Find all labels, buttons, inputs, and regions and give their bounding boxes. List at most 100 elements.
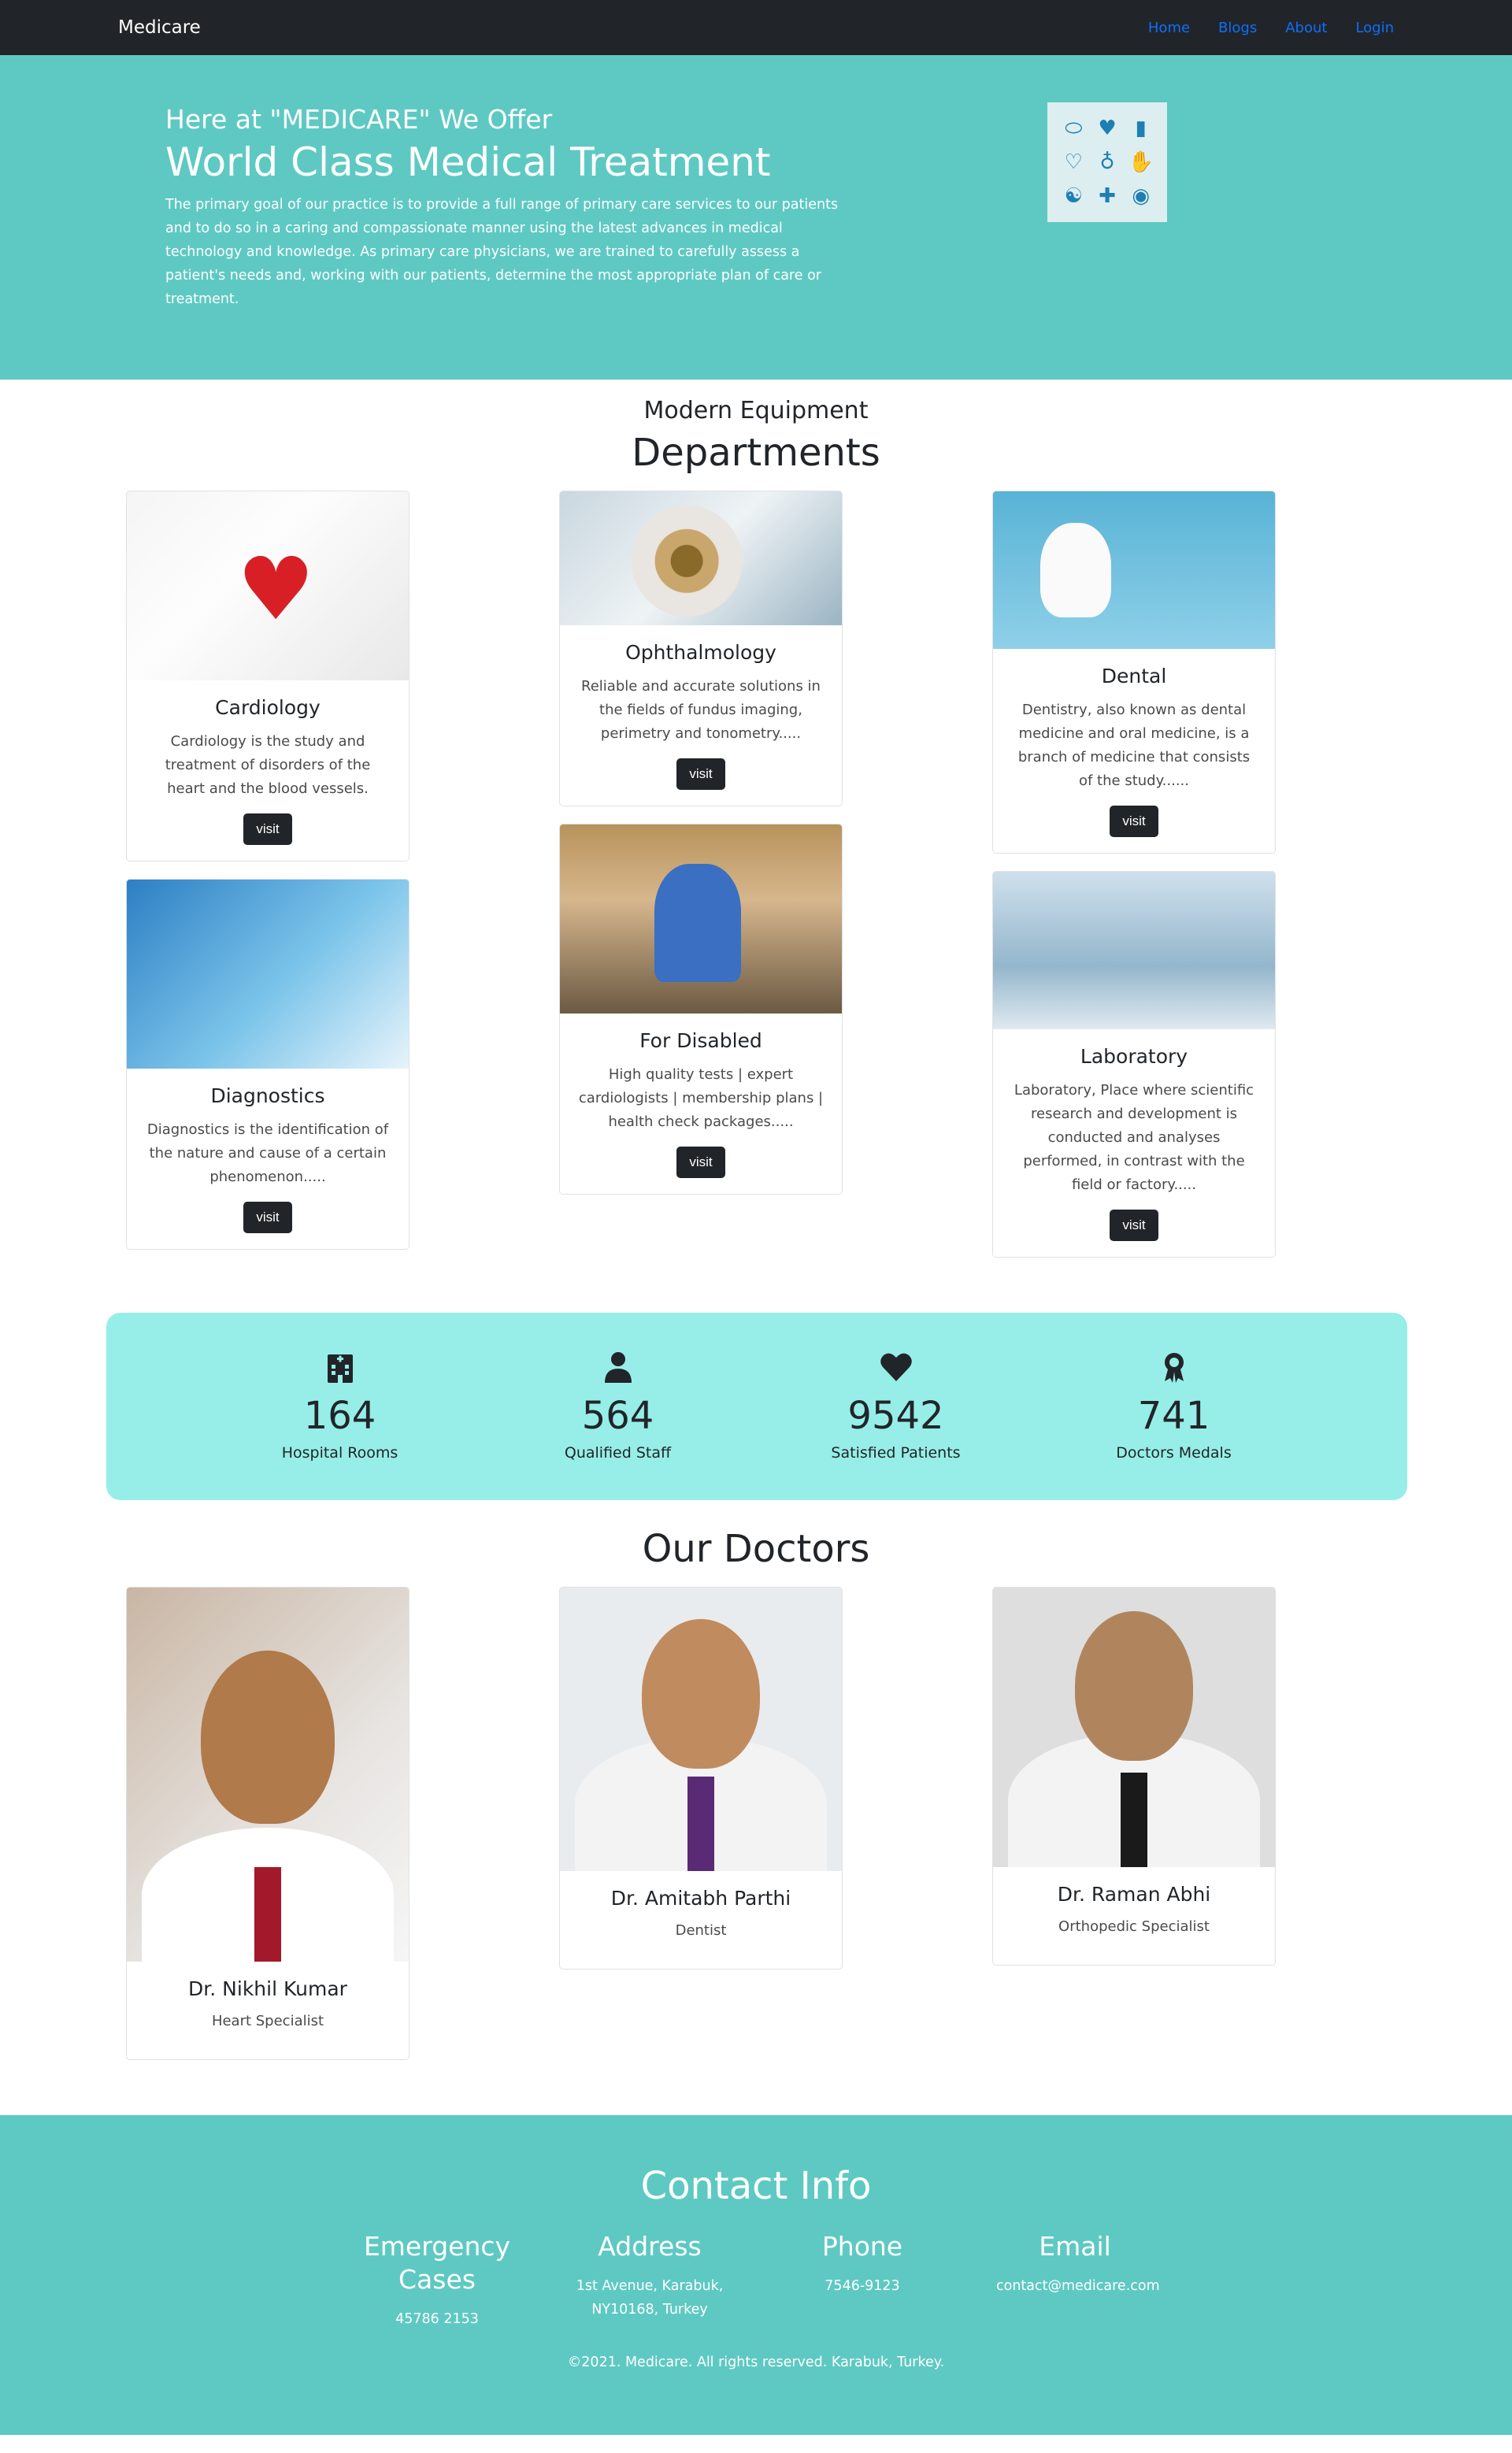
card-title: Cardiology [215,696,321,719]
contact-emergency: Emergency Cases 45786 2153 [358,2230,516,2331]
ophthalmology-image [560,491,842,625]
doctors-section: Our Doctors Dr. Nikhil Kumar Heart Speci… [0,1500,1512,2060]
doctor-face [1075,1611,1193,1761]
visit-button-diagnostics[interactable]: visit [243,1202,292,1233]
contact-heading: Address [598,2231,702,2262]
doctor-tie [254,1867,281,1962]
visit-button-cardiology[interactable]: visit [243,813,292,845]
doctor-card: Dr. Raman Abhi Orthopedic Specialist [992,1587,1276,1966]
card-text: Laboratory, Place where scientific resea… [1014,1082,1254,1193]
card-text: High quality tests | expert cardiologist… [578,1066,824,1130]
award-icon [1095,1351,1253,1391]
card-title: Diagnostics [210,1084,325,1107]
hero-title: World Class Medical Treatment [165,139,771,185]
visit-button-laboratory[interactable]: visit [1110,1210,1158,1241]
nav-link-login[interactable]: Login [1355,20,1394,36]
stat-label: Hospital Rooms [281,1444,398,1462]
card-text: Dentistry, also known as dental medicine… [1017,702,1251,789]
stat-label: Doctors Medals [1116,1444,1232,1462]
hospital-icon [261,1351,419,1391]
cardiology-image [127,491,409,680]
doctor-name: Dr. Amitabh Parthi [610,1887,791,1910]
doctors-grid: Dr. Nikhil Kumar Heart Specialist Dr. Am… [126,1587,1512,2060]
contact-heading: Phone [821,2231,903,2262]
doctor-face [201,1651,335,1824]
doctors-title: Our Doctors [642,1527,870,1571]
hero-subtitle: Here at "MEDICARE" We Offer [165,104,553,135]
department-card-ophthalmology: Ophthalmology Reliable and accurate solu… [559,491,843,806]
hero-description: The primary goal of our practice is to p… [165,197,839,307]
stat-value: 741 [1137,1394,1210,1438]
stats-panel: 164 Hospital Rooms 564 Qualified Staff 9… [106,1313,1407,1500]
eye-icon: ◉ [1132,183,1150,208]
heart-hand-icon: ♡ [1064,150,1083,174]
doctor-name: Dr. Nikhil Kumar [188,1977,347,2000]
departments-section: Modern Equipment Departments Cardiology … [0,380,1512,1258]
visit-button-dental[interactable]: visit [1110,806,1158,837]
contact-phone: Phone 7546-9123 [784,2230,941,2331]
card-body: Dental Dentistry, also known as dental m… [993,649,1275,853]
department-card-dental: Dental Dentistry, also known as dental m… [992,491,1276,854]
stat-label: Qualified Staff [564,1444,672,1462]
department-card-laboratory: Laboratory Laboratory, Place where scien… [992,871,1276,1258]
visit-button-ophthalmology[interactable]: visit [676,758,725,790]
bottle-icon: ▮ [1135,117,1147,141]
contact-address: Address 1st Avenue, Karabuk, NY10168, Tu… [571,2230,728,2331]
card-body: Cardiology Cardiology is the study and t… [127,680,409,861]
card-body: Ophthalmology Reliable and accurate solu… [560,625,842,806]
stat-value: 564 [581,1394,654,1438]
contact-email: Email contact@medicare.com [996,2230,1160,2331]
departments-column: Ophthalmology Reliable and accurate solu… [559,491,843,1258]
doctor-specialty: Heart Specialist [211,2013,324,2029]
doctor-tie [687,1777,714,1871]
departments-column: Cardiology Cardiology is the study and t… [126,491,410,1258]
department-card-cardiology: Cardiology Cardiology is the study and t… [126,491,410,862]
nav-link-blogs[interactable]: Blogs [1218,20,1257,36]
contact-footer: Contact Info Emergency Cases 45786 2153 … [0,2115,1512,2435]
stat-label: Satisfied Patients [831,1444,961,1462]
care-icon: ☯ [1064,183,1083,208]
doctor-info: Dr. Raman Abhi Orthopedic Specialist [993,1867,1275,1965]
contact-grid: Emergency Cases 45786 2153 Address 1st A… [0,2230,1512,2331]
doctor-card: Dr. Amitabh Parthi Dentist [559,1587,843,1969]
card-text: Reliable and accurate solutions in the f… [581,678,821,742]
medical-icons-image: ⬭ ♥ ▮ ♡ ♁ ✋ ☯ ✚ ◉ [1047,102,1167,222]
stat-hospital-rooms: 164 Hospital Rooms [261,1351,419,1462]
departments-title: Departments [632,431,880,475]
diagnostics-image [127,880,409,1069]
departments-eyebrow: Modern Equipment [643,397,869,424]
nav-link-about[interactable]: About [1285,20,1327,36]
card-title: Ophthalmology [625,641,776,664]
doctor-info: Dr. Nikhil Kumar Heart Specialist [127,1962,409,2059]
dental-image [993,491,1275,649]
doctor-info: Dr. Amitabh Parthi Dentist [560,1871,842,1969]
doctor-name: Dr. Raman Abhi [1057,1883,1211,1906]
heart-icon [817,1351,975,1391]
card-title: Dental [1101,665,1167,687]
departments-grid: Cardiology Cardiology is the study and t… [126,491,1512,1258]
visit-button-for-disabled[interactable]: visit [676,1147,725,1178]
contact-value: 45786 2153 [395,2311,479,2327]
nav-links: Home Blogs About Login [1148,20,1394,36]
department-card-diagnostics: Diagnostics Diagnostics is the identific… [126,879,410,1250]
contact-value: 1st Avenue, Karabuk, NY10168, Turkey [576,2278,724,2318]
contact-value: contact@medicare.com [996,2278,1160,2294]
doctor-card: Dr. Nikhil Kumar Heart Specialist [126,1587,410,2060]
card-text: Diagnostics is the identification of the… [146,1121,389,1185]
navbar: Medicare Home Blogs About Login [0,0,1512,55]
doctor-specialty: Dentist [675,1922,727,1939]
brand-logo[interactable]: Medicare [118,17,201,38]
stat-satisfied-patients: 9542 Satisfied Patients [817,1351,975,1462]
hero-text: Here at "MEDICARE" We Offer World Class … [165,104,850,311]
cross-icon: ✚ [1099,183,1116,208]
stethoscope-icon: ♁ [1099,150,1115,174]
stat-value: 164 [303,1394,376,1438]
doctor-photo [127,1588,409,1962]
department-card-for-disabled: For Disabled High quality tests | expert… [559,824,843,1195]
doctor-face [642,1619,760,1769]
contact-heading: Emergency Cases [363,2231,511,2295]
doctor-specialty: Orthopedic Specialist [1058,1918,1210,1935]
person-icon [539,1351,697,1391]
nav-link-home[interactable]: Home [1148,20,1190,36]
card-body: Diagnostics Diagnostics is the identific… [127,1069,409,1249]
